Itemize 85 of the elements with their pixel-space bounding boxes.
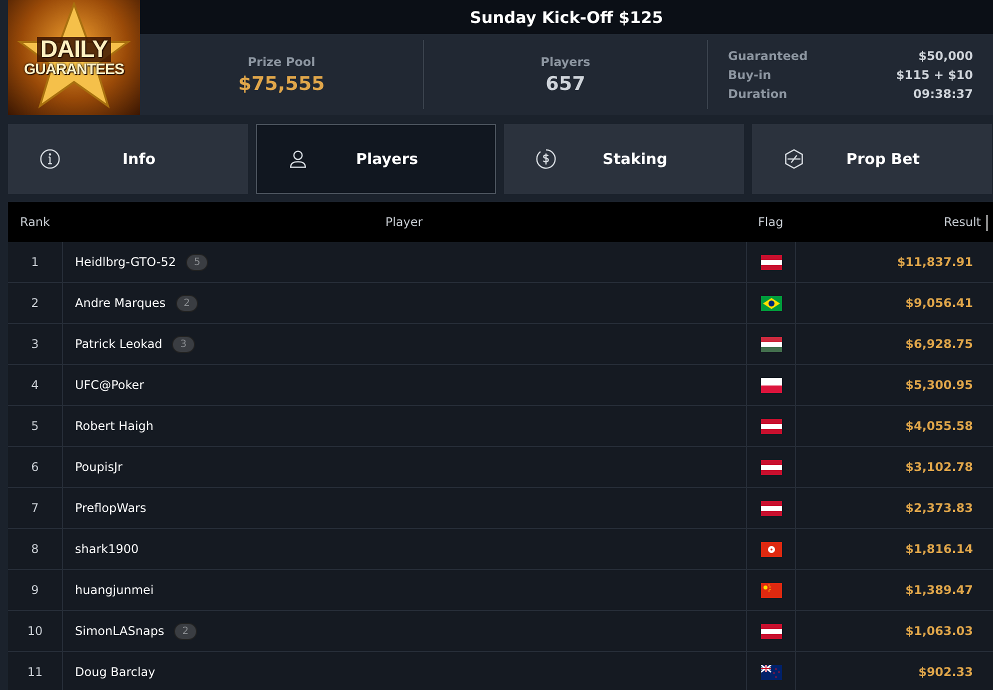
result-cell: $902.33: [918, 665, 973, 679]
rank-cell: 10: [27, 624, 43, 638]
player-name: SimonLASnaps: [75, 624, 164, 638]
stat-value: $75,555: [238, 72, 325, 94]
detail-value: 09:38:37: [912, 86, 973, 100]
flag-icon: [760, 582, 782, 598]
result-cell: $1,816.14: [905, 542, 973, 556]
table-row[interactable]: 6 PoupisJr $3,102.78: [8, 447, 993, 488]
flag-icon: [760, 336, 782, 352]
table-row[interactable]: 2 Andre Marques 2 $9,056.41: [8, 283, 993, 324]
table-row[interactable]: 10 SimonLASnaps 2 $1,063.03: [8, 611, 993, 652]
table-row[interactable]: 9 huangjunmei $1,389.47: [8, 570, 993, 611]
entry-count-badge: 2: [174, 622, 197, 640]
detail-label: Guaranteed: [728, 48, 809, 62]
result-cell: $3,102.78: [905, 460, 973, 474]
rank-cell: 6: [31, 460, 39, 474]
result-cell: $1,389.47: [905, 583, 973, 597]
column-header[interactable]: Result: [795, 215, 993, 229]
hexagon-bolt-icon: [783, 148, 805, 170]
flag-icon: [760, 624, 782, 638]
table-row[interactable]: 8 shark1900 $1,816.14: [8, 529, 993, 570]
player-name: shark1900: [75, 542, 139, 556]
entry-count-badge: 3: [172, 336, 195, 352]
flag-icon: [760, 500, 782, 516]
table-row[interactable]: 1 Heidlbrg-GTO-52 5 $11,837.91: [8, 242, 993, 283]
player-name: Patrick Leokad: [75, 337, 162, 351]
entry-count-badge: 5: [186, 254, 208, 270]
player-name: Andre Marques: [75, 296, 166, 310]
user-icon: [287, 148, 309, 170]
detail-label: Buy-in: [728, 68, 772, 82]
table-row[interactable]: 11 Doug Barclay $902.33: [8, 652, 993, 690]
dollar-coin-icon: [535, 148, 557, 170]
column-header[interactable]: Rank: [8, 215, 62, 229]
tab[interactable]: Staking: [504, 124, 744, 194]
detail-label: Duration: [728, 86, 788, 100]
table-row[interactable]: 4 UFC@Poker $5,300.95: [8, 365, 993, 406]
player-name: Heidlbrg-GTO-52: [75, 255, 176, 269]
flag-icon: [760, 378, 782, 392]
flag-icon: [760, 460, 782, 474]
flag-icon: [760, 296, 782, 310]
column-header[interactable]: Player: [62, 215, 746, 229]
result-cell: $11,837.91: [897, 255, 973, 269]
player-name: Robert Haigh: [75, 419, 154, 433]
rank-cell: 3: [31, 337, 39, 351]
player-name: PoupisJr: [75, 460, 122, 474]
rank-cell: 7: [31, 501, 39, 515]
logo-text: GUARANTEES: [22, 62, 125, 78]
logo-text: DAILY: [37, 37, 111, 62]
info-icon: [39, 148, 61, 170]
rank-cell: 5: [31, 419, 39, 433]
player-name: Doug Barclay: [75, 665, 156, 679]
result-cell: $6,928.75: [905, 337, 973, 351]
result-cell: $9,056.41: [905, 296, 973, 310]
flag-icon: [760, 254, 782, 270]
rank-cell: 1: [31, 255, 39, 269]
detail-value: $115 + $10: [896, 68, 973, 82]
rank-cell: 11: [27, 665, 43, 679]
result-cell: $1,063.03: [905, 624, 973, 638]
stat-label: Prize Pool: [248, 54, 316, 68]
rank-cell: 4: [31, 378, 39, 392]
result-cell: $2,373.83: [905, 501, 973, 515]
rank-cell: 9: [31, 583, 39, 597]
tab[interactable]: Players: [256, 124, 496, 194]
table-row[interactable]: 3 Patrick Leokad 3 $6,928.75: [8, 324, 993, 365]
rank-cell: 2: [31, 296, 39, 310]
flag-icon: [760, 664, 782, 680]
tab[interactable]: Info: [8, 124, 248, 194]
stat-value: 657: [546, 72, 586, 94]
tab[interactable]: Prop Bet: [752, 124, 992, 194]
player-name: huangjunmei: [75, 583, 154, 597]
flag-icon: [760, 542, 782, 556]
table-row[interactable]: 5 Robert Haigh $4,055.58: [8, 406, 993, 447]
stat-label: Players: [540, 54, 590, 68]
player-name: PreflopWars: [75, 501, 146, 515]
player-name: UFC@Poker: [75, 378, 144, 392]
tournament-title: Sunday Kick-Off $125: [470, 8, 664, 26]
column-resize-handle[interactable]: [986, 215, 988, 231]
detail-value: $50,000: [917, 48, 973, 62]
table-row[interactable]: 7 PreflopWars $2,373.83: [8, 488, 993, 529]
flag-icon: [760, 418, 782, 434]
result-cell: $4,055.58: [905, 419, 973, 433]
entry-count-badge: 2: [176, 294, 198, 312]
result-cell: $5,300.95: [905, 378, 973, 392]
column-header[interactable]: Flag: [746, 215, 795, 229]
rank-cell: 8: [31, 542, 39, 556]
